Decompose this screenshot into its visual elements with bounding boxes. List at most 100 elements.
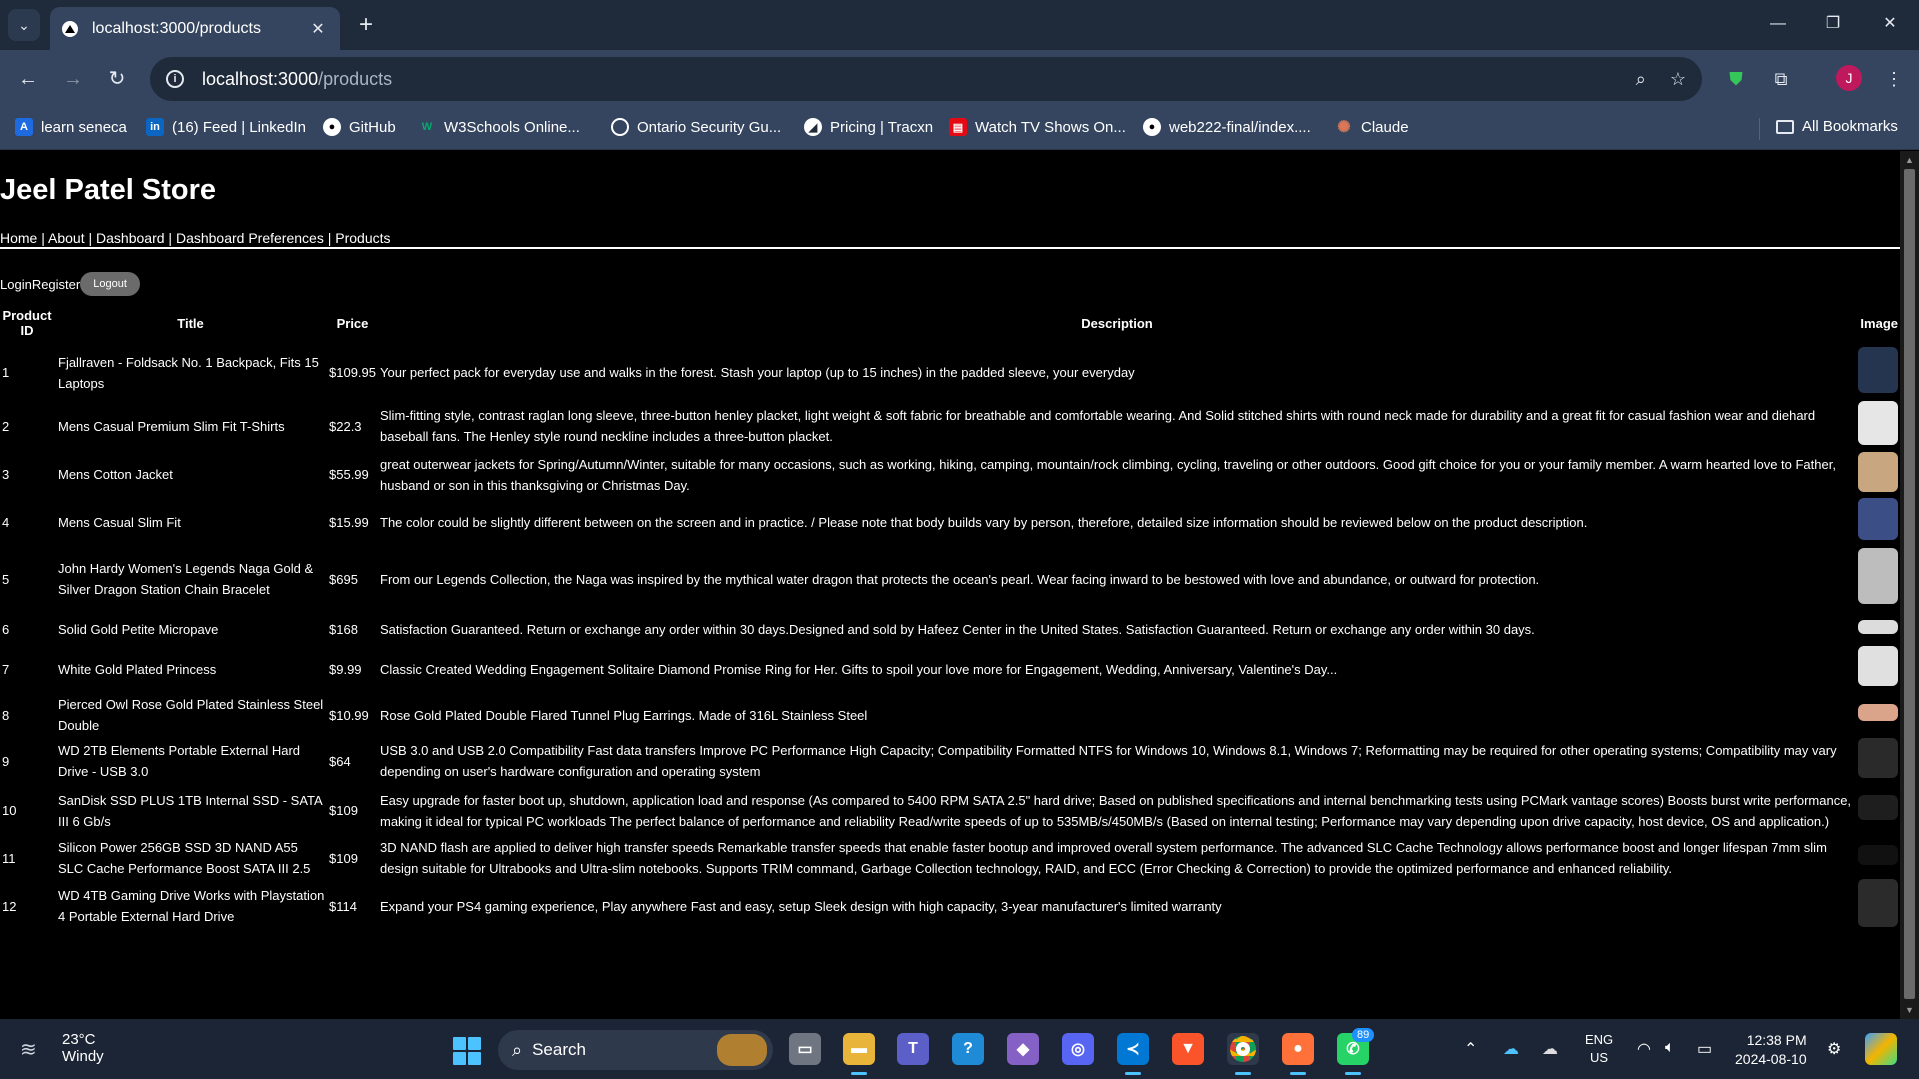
products-table: Product ID Title Price Description Image… [0,302,1900,933]
auth-links: Login Register Logout [0,272,140,296]
logout-button[interactable]: Logout [80,272,140,296]
backpack-image [1858,346,1898,393]
all-bookmarks[interactable]: All Bookmarks [1776,118,1898,135]
product-image-cell [1856,837,1900,879]
hard-drive-image [1858,738,1898,778]
onedrive-error-icon[interactable]: ☁ [1542,1039,1558,1059]
teams-icon[interactable]: T [897,1033,929,1065]
address-bar[interactable]: i localhost:3000 /products ⌕ ☆ [150,57,1702,101]
tab-search-chevron-icon[interactable]: ⌄ [8,9,40,41]
table-row: 5 John Hardy Women's Legends Naga Gold & … [0,546,1900,612]
onedrive-icon[interactable]: ☁ [1503,1039,1519,1059]
nav-products[interactable]: Products [335,230,390,246]
task-view-icon[interactable]: ▭ [789,1033,821,1065]
linkedin-icon: in [146,118,164,136]
product-title-cell: Pierced Owl Rose Gold Plated Stainless S… [58,697,324,733]
chrome-icon[interactable] [1227,1033,1259,1075]
windows-start-icon[interactable] [453,1037,481,1065]
vscode-icon[interactable]: ≺ [1117,1033,1149,1075]
visual-studio-icon[interactable]: ◆ [1007,1033,1039,1065]
wifi-icon[interactable]: ◠ [1637,1039,1651,1059]
scroll-up-icon[interactable]: ▲ [1904,154,1915,166]
bookmark-item[interactable]: ◢ Pricing | Tracxn [804,118,933,136]
login-link[interactable]: Login [0,277,32,292]
product-price-cell: $109 [329,803,358,818]
product-price-cell: $109 [329,850,358,866]
back-icon[interactable]: ← [13,64,43,94]
product-price-cell: $55.99 [329,467,369,482]
header-divider [0,247,1900,249]
bookmark-item[interactable]: Ontario Security Gu... [611,118,781,136]
taskbar-search[interactable]: ⌕ Search [498,1030,773,1070]
restore-icon[interactable]: ❐ [1813,10,1853,38]
extensions-icon[interactable]: ⧉ [1767,65,1795,93]
language-indicator[interactable]: ENG US [1585,1031,1613,1067]
site-info-icon[interactable]: i [166,70,184,88]
lang-secondary: US [1590,1050,1609,1065]
bookmark-label: Pricing | Tracxn [830,118,934,136]
volume-icon[interactable]: 🔈︎ [1665,1039,1675,1057]
shield-extension-icon[interactable]: ⛊ [1722,65,1750,93]
all-bookmarks-label: All Bookmarks [1802,118,1898,135]
battery-icon[interactable]: ▭ [1697,1039,1712,1059]
file-explorer-icon[interactable]: ▬ [843,1033,875,1075]
site-title: Jeel Patel Store [0,174,216,206]
globe-icon [611,118,629,136]
tray-chevron-up-icon[interactable]: ⌃ [1464,1039,1477,1059]
menu-kebab-icon[interactable]: ⋮ [1880,65,1908,93]
product-image-cell [1856,546,1900,612]
product-description-cell: Your perfect pack for everyday use and w… [380,365,1135,380]
weather-widget[interactable]: ≋ 23°C Windy [20,1031,104,1065]
scroll-thumb[interactable] [1904,169,1915,999]
bookmark-item[interactable]: ● GitHub [323,118,396,136]
scroll-down-icon[interactable]: ▼ [1904,1004,1915,1016]
firefox-icon[interactable]: ● [1282,1033,1314,1075]
bookmark-item[interactable]: A learn seneca [15,118,127,136]
close-tab-icon[interactable]: ✕ [308,19,328,39]
page-scrollbar[interactable]: ▲ ▼ [1900,151,1919,1019]
product-title-cell: Mens Cotton Jacket [58,467,173,482]
header-description: Description [1081,315,1153,331]
nav-home[interactable]: Home [0,230,37,246]
notification-icon[interactable]: ⚙ [1827,1039,1841,1059]
system-clock[interactable]: 12:38 PM 2024-08-10 [1735,1031,1807,1069]
tracxn-icon: ◢ [804,118,822,136]
close-window-icon[interactable]: ✕ [1870,10,1910,38]
nav-dashboard-preferences[interactable]: Dashboard Preferences [176,230,324,246]
tab-products[interactable]: localhost:3000/products ✕ [50,7,340,50]
product-price-cell: $168 [329,621,358,637]
product-image-cell [1856,646,1900,692]
new-tab-icon[interactable]: + [352,11,380,39]
product-title-cell: John Hardy Women's Legends Naga Gold & S… [58,561,314,597]
reload-icon[interactable]: ↻ [102,64,132,94]
browser-tabstrip: ⌄ localhost:3000/products ✕ + — ❐ ✕ [0,0,1919,50]
bookmark-item[interactable]: ▤ Watch TV Shows On... [949,118,1126,136]
earrings-image [1858,703,1898,721]
product-title-cell: Silicon Power 256GB SSD 3D NAND A55 SLC … [58,840,311,876]
nav-about[interactable]: About [48,230,85,246]
product-price-cell: $22.3 [329,418,362,434]
minimize-icon[interactable]: — [1758,10,1798,38]
profile-avatar[interactable]: J [1836,65,1862,91]
nav-dashboard[interactable]: Dashboard [96,230,165,246]
help-icon[interactable]: ? [952,1033,984,1065]
bookmark-item[interactable]: ● web222-final/index.... [1143,118,1311,136]
product-image-cell [1856,451,1900,498]
bookmark-item[interactable]: in (16) Feed | LinkedIn [146,118,306,136]
bookmark-item[interactable]: ✺ Claude [1335,118,1408,137]
product-price-cell: $9.99 [329,661,362,677]
table-row: 11 Silicon Power 256GB SSD 3D NAND A55 SL… [0,837,1900,879]
discord-icon[interactable]: ◎ [1062,1033,1094,1065]
forward-icon[interactable]: → [58,64,88,94]
copilot-icon[interactable] [1865,1033,1897,1065]
bookmark-item[interactable]: W W3Schools Online... [418,118,580,136]
zoom-icon[interactable]: ⌕ [1636,69,1646,90]
bookmark-star-icon[interactable]: ☆ [1670,69,1686,90]
ssd-image [1858,845,1898,865]
register-link[interactable]: Register [32,277,80,292]
table-row: 9 WD 2TB Elements Portable External Hard … [0,738,1900,784]
bookmark-label: GitHub [349,118,396,136]
brave-icon[interactable]: ▼ [1172,1033,1204,1065]
github-icon: ● [323,118,341,136]
product-image-cell [1856,784,1900,837]
